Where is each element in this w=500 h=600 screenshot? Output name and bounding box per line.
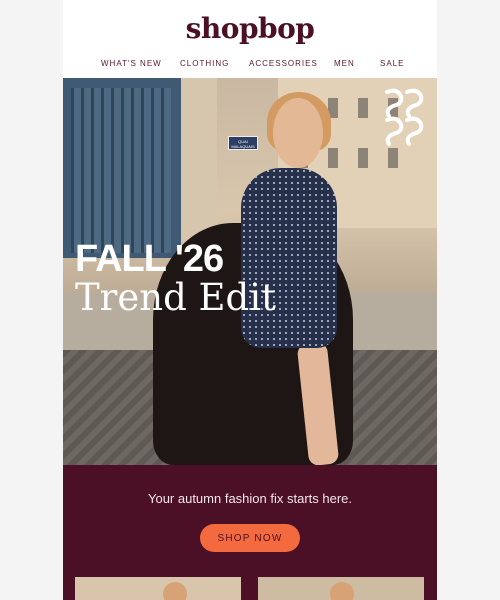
hero-pillar [181, 78, 217, 248]
thumbnail-model-face [163, 582, 187, 600]
hero-gate-background [63, 78, 181, 258]
product-thumbnail-right[interactable] [258, 577, 424, 600]
model-head [273, 98, 323, 168]
shopbop-logo[interactable]: shopbop [63, 12, 437, 45]
shopbop-monogram-icon [385, 88, 424, 146]
nav-item-whats-new[interactable]: WHAT'S NEW [101, 59, 162, 68]
nav-item-clothing[interactable]: CLOTHING [180, 59, 229, 68]
hero-title-trend-edit: Trend Edit [75, 276, 276, 319]
product-thumbnail-left[interactable] [75, 577, 241, 600]
shop-now-button[interactable]: SHOP NOW [200, 524, 300, 552]
promo-tagline: Your autumn fashion fix starts here. [147, 491, 353, 506]
nav-item-accessories[interactable]: ACCESSORIES [249, 59, 318, 68]
main-nav: WHAT'S NEW CLOTHING ACCESSORIES MEN SALE [63, 59, 437, 71]
hero-banner[interactable]: QUAI MALAQUAIS FALL '26 Trend Edit [63, 78, 437, 465]
nav-item-sale[interactable]: SALE [380, 59, 404, 68]
model-dress [241, 168, 337, 348]
nav-item-men[interactable]: MEN [334, 59, 355, 68]
hero-title-season: FALL '26 [75, 238, 224, 280]
street-sign: QUAI MALAQUAIS [228, 136, 258, 150]
thumbnail-model-face [330, 582, 354, 600]
email-body: shopbop WHAT'S NEW CLOTHING ACCESSORIES … [63, 0, 437, 600]
promo-section: Your autumn fashion fix starts here. SHO… [63, 465, 437, 600]
